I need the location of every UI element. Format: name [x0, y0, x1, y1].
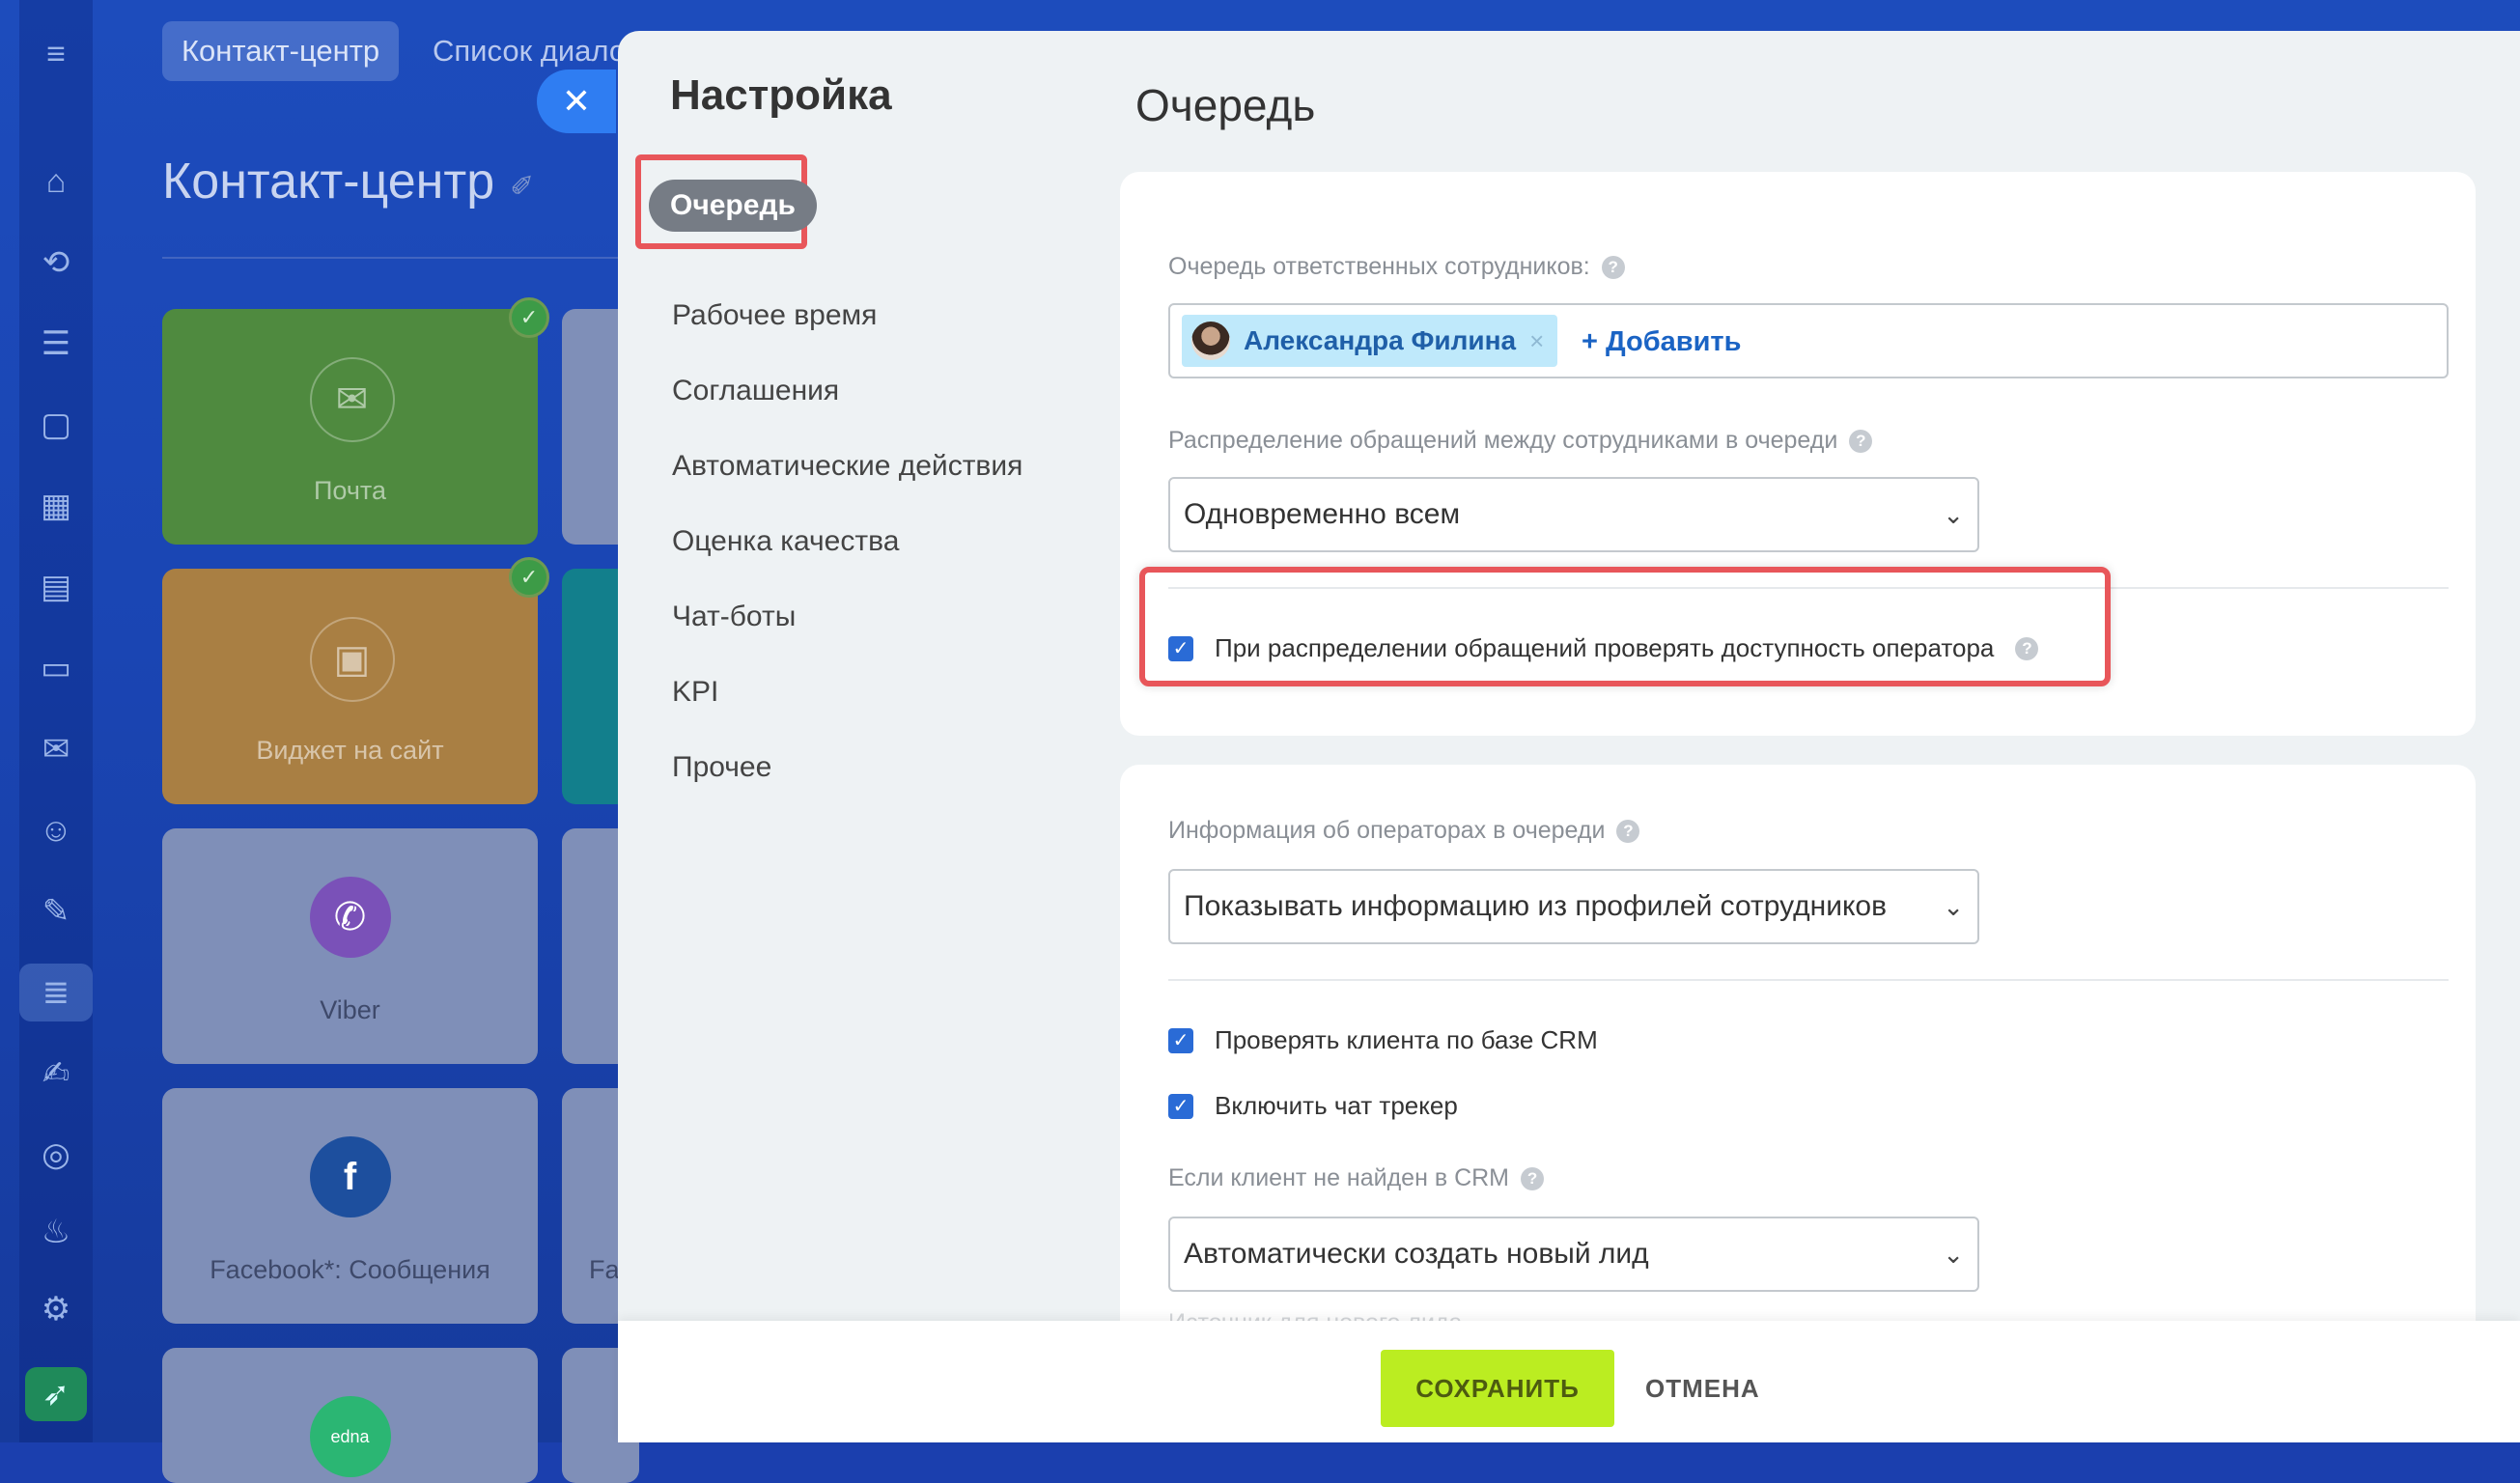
remove-chip-icon[interactable]: ×	[1529, 326, 1544, 356]
settings-title: Настройка	[670, 71, 892, 119]
left-rail: ≡ ⌂ ⟲ ☰ ▢ ▦ ▤ ▭ ✉ ☺ ✎ ≣ ✍ ◎ ♨ ⚙ ➶	[19, 0, 93, 1442]
tile-mail[interactable]: ✉ ✓ Почта	[162, 297, 549, 545]
hamburger-menu-icon[interactable]: ≡	[19, 25, 93, 83]
drive-icon[interactable]: ▭	[19, 639, 93, 697]
calendar-icon[interactable]: ▦	[19, 477, 93, 535]
menu-item-chatbots[interactable]: Чат-боты	[672, 601, 796, 633]
select-value: Автоматически создать новый лид	[1184, 1238, 1649, 1270]
settings-panel: Настройка Очередь Рабочее время Соглашен…	[618, 31, 2520, 1442]
mail-icon: ✉	[309, 357, 395, 442]
label-text: Распределение обращений между сотрудника…	[1168, 427, 1838, 454]
forms-icon[interactable]: ✍	[19, 1045, 93, 1103]
distribution-select[interactable]: Одновременно всем ⌄	[1168, 477, 1979, 552]
menu-item-other[interactable]: Прочее	[672, 751, 771, 784]
not-found-select[interactable]: Автоматически создать новый лид ⌄	[1168, 1217, 1979, 1292]
footer-bar: СОХРАНИТЬ ОТМЕНА	[618, 1321, 2520, 1442]
target-icon[interactable]: ◎	[19, 1126, 93, 1184]
menu-item-queue[interactable]: Очередь	[649, 180, 817, 232]
cancel-button[interactable]: ОТМЕНА	[1645, 1350, 1760, 1427]
checkbox-label: Включить чат трекер	[1215, 1091, 1458, 1120]
tab-contact-center[interactable]: Контакт-центр	[162, 21, 400, 81]
automation-icon[interactable]: ♨	[19, 1203, 93, 1261]
avatar	[1191, 322, 1230, 360]
help-icon[interactable]: ?	[1849, 429, 1873, 453]
save-button[interactable]: СОХРАНИТЬ	[1381, 1350, 1614, 1427]
mail-icon[interactable]: ✉	[19, 720, 93, 778]
tile-facebook[interactable]: f Facebook*: Сообщения	[162, 1088, 538, 1324]
viber-icon: ✆	[309, 877, 391, 958]
chat-tracker-row[interactable]: ✓ Включить чат трекер	[1168, 1091, 1458, 1121]
employee-selector[interactable]: Александра Филина × + Добавить	[1168, 303, 2449, 378]
connected-check-icon: ✓	[509, 557, 549, 598]
chat-widget-icon: ▣	[309, 617, 395, 702]
check-crm-checkbox[interactable]: ✓	[1168, 1027, 1193, 1053]
employee-name: Александра Филина	[1244, 325, 1517, 355]
help-icon[interactable]: ?	[1616, 819, 1640, 843]
edna-icon: edna	[309, 1396, 391, 1477]
chevron-down-icon: ⌄	[1943, 891, 1964, 921]
content-title: Очередь	[1135, 80, 1316, 130]
contact-center-icon[interactable]: ≣	[19, 964, 93, 1021]
menu-item-automatic-actions[interactable]: Автоматические действия	[672, 450, 1022, 483]
title-divider	[162, 257, 626, 259]
not-found-label: Если клиент не найден в CRM ?	[1168, 1164, 1545, 1192]
chat-tracker-checkbox[interactable]: ✓	[1168, 1093, 1193, 1119]
tile-edna[interactable]: edna	[162, 1348, 538, 1483]
label-text: Если клиент не найден в CRM	[1168, 1164, 1510, 1191]
distribution-label: Распределение обращений между сотрудника…	[1168, 427, 1873, 455]
tile-label: Facebook*: Сообщения	[210, 1255, 490, 1284]
check-crm-row[interactable]: ✓ Проверять клиента по базе CRM	[1168, 1025, 1598, 1055]
facebook-icon: f	[309, 1136, 391, 1217]
tile-label: Fa	[589, 1255, 620, 1284]
document-icon[interactable]: ▤	[19, 558, 93, 616]
chat-icon[interactable]: ▢	[19, 396, 93, 454]
sign-icon[interactable]: ✎	[19, 882, 93, 940]
tile-label: Почта	[314, 476, 386, 505]
settings-gear-icon[interactable]: ⚙	[19, 1280, 93, 1338]
menu-item-agreements[interactable]: Соглашения	[672, 375, 839, 407]
contacts-icon[interactable]: ☺	[19, 801, 93, 859]
menu-item-working-hours[interactable]: Рабочее время	[672, 299, 877, 332]
operator-info-select[interactable]: Показывать информацию из профилей сотруд…	[1168, 869, 1979, 944]
crm-icon[interactable]: ⟲	[19, 234, 93, 292]
divider	[1168, 979, 2449, 981]
chevron-down-icon: ⌄	[1943, 499, 1964, 529]
help-icon[interactable]: ?	[1521, 1166, 1545, 1190]
close-icon: ✕	[561, 81, 592, 121]
home-icon[interactable]: ⌂	[19, 153, 93, 210]
label-text: Очередь ответственных сотрудников:	[1168, 253, 1590, 280]
menu-item-kpi[interactable]: KPI	[672, 676, 718, 709]
rocket-icon[interactable]: ➶	[25, 1367, 87, 1421]
chevron-down-icon: ⌄	[1943, 1239, 1964, 1269]
checkbox-label: Проверять клиента по базе CRM	[1215, 1025, 1598, 1054]
pin-icon[interactable]: ✐	[510, 170, 534, 204]
help-icon[interactable]: ?	[1601, 255, 1625, 279]
employee-chip[interactable]: Александра Филина ×	[1182, 315, 1558, 367]
select-value: Показывать информацию из профилей сотруд…	[1184, 890, 1888, 922]
add-employee-link[interactable]: + Добавить	[1582, 326, 1741, 358]
select-value: Одновременно всем	[1184, 498, 1461, 530]
tile-viber[interactable]: ✆ Viber	[162, 828, 538, 1064]
page-title: Контакт-центр	[162, 154, 495, 210]
tile-label: Viber	[320, 995, 380, 1024]
tile-site-widget[interactable]: ▣ ✓ Виджет на сайт	[162, 557, 549, 804]
responsible-queue-label: Очередь ответственных сотрудников: ?	[1168, 253, 1625, 281]
tile-label: Виджет на сайт	[256, 736, 444, 765]
tasks-icon[interactable]: ☰	[19, 315, 93, 373]
connected-check-icon: ✓	[509, 297, 549, 338]
label-text: Информация об операторах в очереди	[1168, 817, 1606, 844]
close-panel-button[interactable]: ✕	[537, 70, 616, 133]
menu-item-quality-rating[interactable]: Оценка качества	[672, 525, 899, 558]
operator-info-label: Информация об операторах в очереди ?	[1168, 817, 1640, 845]
highlight-frame	[1139, 567, 2111, 686]
